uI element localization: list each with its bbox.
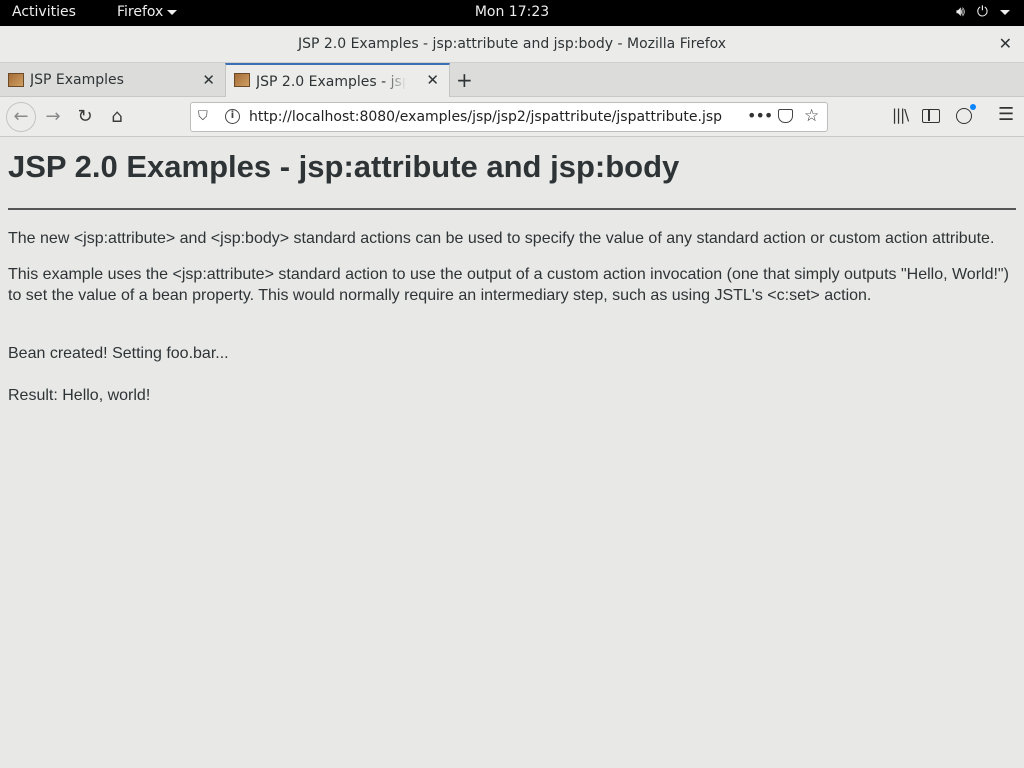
divider [8, 208, 1016, 210]
tab-strip: JSP Examples ✕ JSP 2.0 Examples - jsp:at… [0, 63, 1024, 98]
tab-jsp-attribute[interactable]: JSP 2.0 Examples - jsp:attribute and jsp… [225, 63, 450, 98]
page-actions-menu-button[interactable]: ••• [747, 106, 773, 125]
page-content: JSP 2.0 Examples - jsp:attribute and jsp… [0, 138, 1024, 768]
chevron-down-icon [1000, 9, 1010, 15]
pocket-icon[interactable] [778, 109, 793, 123]
system-menu[interactable]: 🔊︎ ⏻ [956, 4, 1010, 20]
tab-label: JSP Examples [30, 72, 124, 88]
result-text: Result: Hello, world! [8, 387, 151, 404]
home-button[interactable]: ⌂ [105, 105, 129, 129]
tab-jsp-examples[interactable]: JSP Examples ✕ [0, 63, 225, 97]
gnome-top-bar: Activities Firefox Mon 17:23 🔊︎ ⏻ [0, 0, 1024, 26]
tracking-protection-shield-icon[interactable]: ⛉ [198, 109, 208, 124]
reload-button[interactable]: ↻ [73, 105, 97, 129]
window-titlebar[interactable]: JSP 2.0 Examples - jsp:attribute and jsp… [0, 26, 1024, 63]
page-heading: JSP 2.0 Examples - jsp:attribute and jsp… [8, 149, 680, 184]
url-bar[interactable]: ⛉ i http://localhost:8080/examples/jsp/j… [190, 102, 828, 132]
chevron-down-icon [167, 9, 178, 15]
site-info-icon[interactable]: i [225, 109, 240, 124]
bookmark-star-icon[interactable]: ☆ [804, 106, 819, 126]
sidebar-toggle-icon[interactable] [922, 109, 940, 123]
forward-button[interactable]: → [41, 105, 65, 129]
activities-button[interactable]: Activities [12, 4, 76, 20]
hamburger-menu-icon[interactable]: ☰ [998, 104, 1014, 125]
window-title: JSP 2.0 Examples - jsp:attribute and jsp… [297, 36, 727, 52]
notification-badge [970, 104, 976, 110]
navigation-toolbar: ← → ↻ ⌂ ⛉ i http://localhost:8080/exampl… [0, 97, 1024, 137]
volume-icon: 🔊︎ [956, 4, 965, 20]
tab-label: JSP 2.0 Examples - jsp:attribute and jsp… [256, 74, 406, 90]
favicon-icon [8, 73, 24, 87]
app-menu-button[interactable]: Firefox [117, 4, 178, 20]
power-icon: ⏻ [976, 4, 988, 20]
tab-close-icon[interactable]: ✕ [202, 71, 215, 89]
app-menu-label: Firefox [117, 4, 164, 20]
intro-paragraph: The new <jsp:attribute> and <jsp:body> s… [8, 230, 995, 247]
description-paragraph: This example uses the <jsp:attribute> st… [8, 266, 1009, 304]
library-icon[interactable]: |||\ [892, 106, 909, 124]
new-tab-button[interactable]: + [456, 68, 473, 92]
favicon-icon [234, 73, 250, 87]
bean-status-text: Bean created! Setting foo.bar... [8, 345, 229, 362]
url-input[interactable]: http://localhost:8080/examples/jsp/jsp2/… [249, 109, 722, 125]
window-close-button[interactable]: ✕ [999, 34, 1012, 53]
tab-close-icon[interactable]: ✕ [426, 71, 439, 89]
back-button[interactable]: ← [6, 102, 36, 132]
account-icon[interactable] [956, 104, 976, 124]
